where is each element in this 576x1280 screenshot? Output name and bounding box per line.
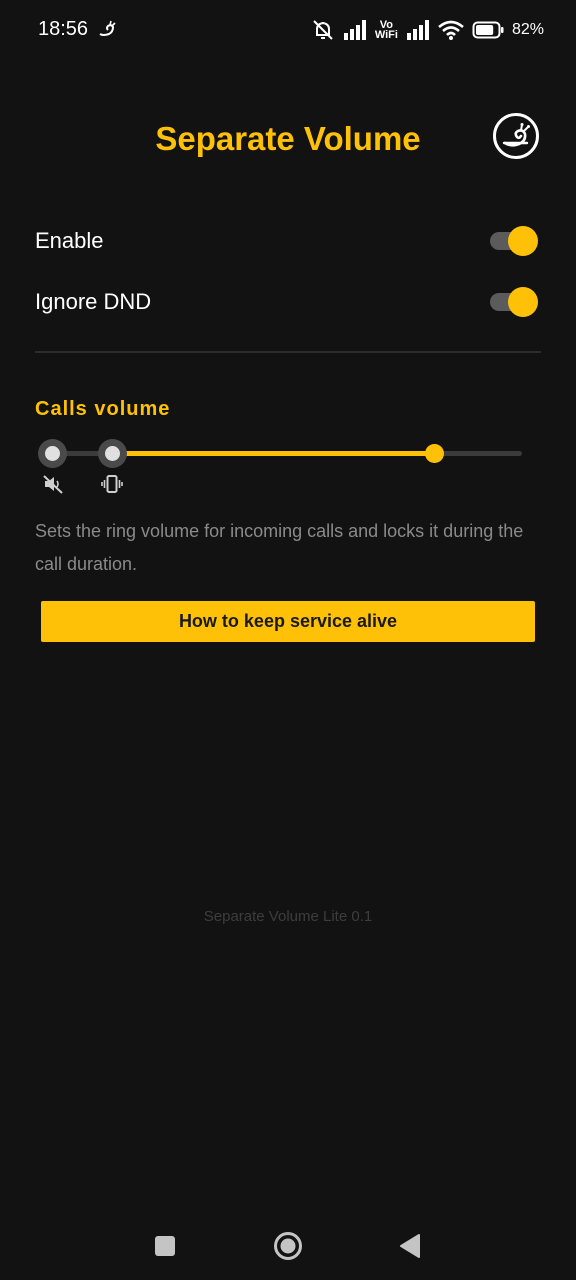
slider-fill: [113, 451, 435, 456]
recents-button[interactable]: [145, 1228, 185, 1264]
vibrate-stop[interactable]: [98, 439, 127, 468]
ignore-dnd-label: Ignore DND: [35, 289, 152, 314]
mute-stop[interactable]: [38, 439, 67, 468]
ignore-dnd-toggle[interactable]: [490, 287, 538, 317]
keep-service-alive-button[interactable]: How to keep service alive: [41, 601, 535, 642]
setting-row-enable[interactable]: Enable: [35, 220, 540, 260]
setting-row-ignore-dnd[interactable]: Ignore DND: [35, 281, 540, 321]
status-bar: 18:56 Vo WiFi 82%: [0, 0, 576, 60]
navigation-bar: [0, 1210, 576, 1280]
mute-icon: [43, 475, 63, 494]
vowifi-icon: Vo WiFi: [374, 20, 398, 41]
vowifi-line2: WiFi: [374, 29, 398, 41]
enable-toggle[interactable]: [490, 226, 538, 256]
about-button[interactable]: [493, 113, 539, 159]
app-version: Separate Volume Lite 0.1: [203, 908, 373, 925]
vibrate-icon: [101, 475, 123, 493]
calls-volume-slider[interactable]: [38, 438, 528, 498]
status-icons: Vo WiFi 82%: [311, 16, 544, 44]
home-button[interactable]: [268, 1228, 308, 1264]
home-icon: [274, 1232, 302, 1260]
bell-off-icon: [313, 20, 333, 40]
recents-icon: [155, 1236, 175, 1256]
battery-percent: 82%: [511, 21, 544, 38]
signal-icon: [406, 20, 429, 40]
snail-logo-icon: [502, 123, 530, 147]
enable-label: Enable: [35, 228, 104, 253]
app-notification-icon: [99, 20, 116, 36]
calls-volume-description: Sets the ring volume for incoming calls …: [35, 521, 524, 574]
signal-icon: [343, 20, 366, 40]
toggle-thumb: [508, 226, 538, 256]
battery-icon: [472, 21, 504, 39]
back-button[interactable]: [390, 1228, 430, 1264]
divider: [35, 351, 541, 353]
page-title: Separate Volume: [155, 120, 421, 157]
slider-thumb[interactable]: [424, 444, 444, 463]
wifi-icon: [438, 20, 464, 40]
calls-volume-title: Calls volume: [35, 398, 171, 420]
back-icon: [400, 1234, 420, 1258]
status-time: 18:56: [38, 18, 89, 40]
toggle-thumb: [508, 287, 538, 317]
